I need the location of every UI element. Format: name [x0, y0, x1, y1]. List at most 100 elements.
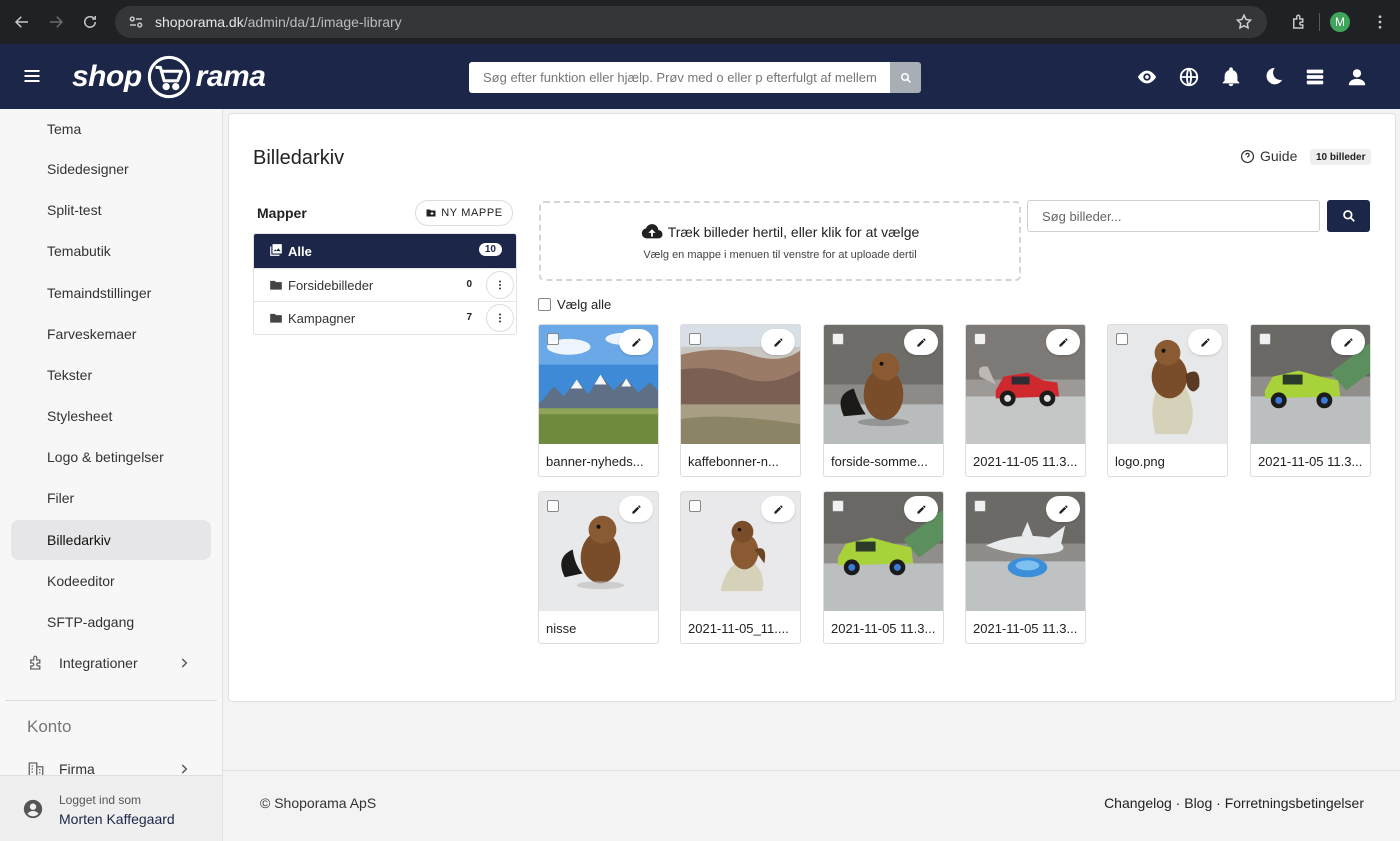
folder-count: 10	[478, 243, 502, 256]
image-filename: 2021-11-05 11.3...	[973, 621, 1078, 636]
logged-in-label: Logget ind som	[59, 793, 142, 807]
image-filename: banner-nyheds...	[546, 454, 644, 469]
bookmark-star-icon[interactable]	[1235, 13, 1253, 31]
bell-icon[interactable]	[1210, 56, 1252, 98]
edit-pencil-icon[interactable]	[1188, 329, 1222, 355]
image-select-checkbox[interactable]	[689, 333, 701, 345]
image-tile[interactable]: 2021-11-05 11.3...	[965, 491, 1086, 644]
moon-icon[interactable]	[1252, 56, 1294, 98]
help-circle-icon	[1240, 149, 1255, 163]
sidebar-item-filer[interactable]: Filer	[11, 478, 211, 518]
sidebar-item-billedarkiv[interactable]: Billedarkiv	[11, 520, 211, 560]
image-select-checkbox[interactable]	[974, 333, 986, 345]
edit-pencil-icon[interactable]	[1046, 496, 1080, 522]
chevron-right-icon	[177, 762, 191, 776]
browser-right-controls: M	[1279, 0, 1400, 44]
image-count-badge: 10 billeder	[1310, 149, 1372, 165]
forward-arrow-icon[interactable]	[39, 5, 73, 39]
edit-pencil-icon[interactable]	[904, 496, 938, 522]
logged-in-user: Logget ind som Morten Kaffegaard	[0, 775, 222, 841]
image-select-checkbox[interactable]	[974, 500, 986, 512]
sidebar-item-logo-betingelser[interactable]: Logo & betingelser	[11, 437, 211, 477]
image-tile[interactable]: banner-nyheds...	[538, 324, 659, 477]
image-search-input[interactable]	[1027, 200, 1320, 232]
image-filename: forside-somme...	[831, 454, 928, 469]
sidebar-item-sidedesigner[interactable]: Sidedesigner	[11, 149, 211, 189]
image-select-checkbox[interactable]	[832, 333, 844, 345]
checkbox[interactable]	[538, 298, 551, 311]
image-search-button[interactable]	[1327, 200, 1370, 232]
edit-pencil-icon[interactable]	[761, 329, 795, 355]
image-tile[interactable]: logo.png	[1107, 324, 1228, 477]
image-tile[interactable]: 2021-11-05 11.3...	[823, 491, 944, 644]
sidebar-item-temabutik[interactable]: Temabutik	[11, 231, 211, 271]
sidebar-item-tema[interactable]: Tema	[11, 109, 211, 149]
chevron-right-icon	[177, 656, 191, 670]
folder-add-icon	[426, 209, 436, 217]
extensions-icon[interactable]	[1279, 0, 1319, 44]
sidebar-item-farveskemaer[interactable]: Farveskemaer	[11, 314, 211, 354]
global-search-input[interactable]	[469, 62, 890, 93]
global-search	[469, 62, 921, 93]
image-select-checkbox[interactable]	[1116, 333, 1128, 345]
folder-options-icon[interactable]	[486, 271, 514, 299]
globe-icon[interactable]	[1168, 56, 1210, 98]
app-header: shop rama	[0, 44, 1400, 109]
folder-item-kampagner[interactable]: Kampagner 7	[254, 301, 516, 334]
account-circle-icon	[22, 798, 44, 820]
eye-icon[interactable]	[1126, 56, 1168, 98]
sidebar-section-konto: Konto	[27, 717, 72, 736]
image-select-checkbox[interactable]	[689, 500, 701, 512]
global-search-button[interactable]	[890, 62, 921, 93]
image-tile[interactable]: 2021-11-05 11.3...	[965, 324, 1086, 477]
reload-icon[interactable]	[73, 5, 107, 39]
address-bar[interactable]: shoporama.dk/admin/da/1/image-library	[115, 6, 1267, 38]
sidebar-item-stylesheet[interactable]: Stylesheet	[11, 396, 211, 436]
sidebar-item-kodeeditor[interactable]: Kodeeditor	[11, 561, 211, 601]
sidebar-item-tekster[interactable]: Tekster	[11, 355, 211, 395]
browser-menu-icon[interactable]	[1360, 0, 1400, 44]
sidebar-item-temaindstillinger[interactable]: Temaindstillinger	[11, 273, 211, 313]
edit-pencil-icon[interactable]	[619, 496, 653, 522]
user-name: Morten Kaffegaard	[59, 811, 175, 827]
puzzle-icon	[27, 654, 45, 672]
hamburger-menu-icon[interactable]	[22, 66, 42, 86]
image-tile[interactable]: 2021-11-05 11.3...	[1250, 324, 1371, 477]
folder-item-alle[interactable]: Alle 10	[254, 234, 516, 268]
folder-item-forsidebilleder[interactable]: Forsidebilleder 0	[254, 268, 516, 301]
image-select-checkbox[interactable]	[547, 500, 559, 512]
search-icon	[1342, 210, 1355, 222]
sidebar-item-sftp-adgang[interactable]: SFTP-adgang	[11, 602, 211, 642]
site-settings-icon[interactable]	[127, 13, 145, 31]
edit-pencil-icon[interactable]	[619, 329, 653, 355]
sidebar-item-split-test[interactable]: Split-test	[11, 190, 211, 230]
shoporama-logo[interactable]: shop rama	[72, 54, 266, 100]
sidebar-item-integrationer[interactable]: Integrationer	[11, 643, 211, 683]
user-account-icon[interactable]	[1336, 56, 1378, 98]
back-arrow-icon[interactable]	[5, 5, 39, 39]
image-tile[interactable]: kaffebonner-n...	[680, 324, 801, 477]
edit-pencil-icon[interactable]	[1331, 329, 1365, 355]
footer-links[interactable]: Changelog · Blog · Forretningsbetingelse…	[1104, 795, 1364, 811]
image-select-checkbox[interactable]	[547, 333, 559, 345]
image-tile[interactable]: forside-somme...	[823, 324, 944, 477]
image-select-checkbox[interactable]	[832, 500, 844, 512]
edit-pencil-icon[interactable]	[904, 329, 938, 355]
new-folder-button[interactable]: NY MAPPE	[415, 200, 513, 226]
upload-dropzone[interactable]: Træk billeder hertil, eller klik for at …	[539, 201, 1021, 281]
edit-pencil-icon[interactable]	[1046, 329, 1080, 355]
page-title: Billedarkiv	[253, 147, 345, 169]
folder-count: 7	[466, 312, 472, 323]
image-select-checkbox[interactable]	[1259, 333, 1271, 345]
image-filename: kaffebonner-n...	[688, 454, 779, 469]
folder-options-icon[interactable]	[486, 304, 514, 332]
image-tile[interactable]: nisse	[538, 491, 659, 644]
select-all-checkbox[interactable]: Vælg alle	[538, 297, 611, 312]
image-filename: 2021-11-05 11.3...	[1258, 454, 1363, 469]
profile-avatar[interactable]: M	[1320, 0, 1360, 44]
image-tile[interactable]: 2021-11-05_11....	[680, 491, 801, 644]
stores-list-icon[interactable]	[1294, 56, 1336, 98]
header-actions	[1126, 56, 1378, 98]
guide-link[interactable]: Guide	[1240, 148, 1297, 164]
edit-pencil-icon[interactable]	[761, 496, 795, 522]
